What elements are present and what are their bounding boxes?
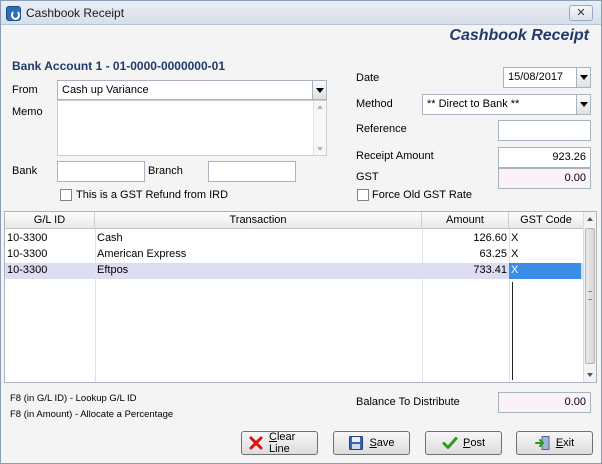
save-mnemonic: S [369,437,377,449]
reference-label: Reference [356,123,407,135]
grid-header: G/L ID Transaction Amount GST Code [5,212,584,229]
app-power-icon[interactable] [6,6,21,21]
scroll-down-icon[interactable] [587,373,593,377]
date-picker[interactable]: 15/08/2017 [503,67,591,88]
branch-input[interactable] [208,161,296,182]
bank-account-title: Bank Account 1 - 01-0000-0000000-01 [12,59,225,73]
gst-code-cell[interactable]: X [509,231,584,247]
grid-scrollbar[interactable] [583,212,596,382]
gl-id-cell[interactable]: 10-3300 [5,247,95,263]
memo-label: Memo [12,106,43,118]
chevron-down-icon[interactable] [312,81,326,99]
reference-input[interactable] [498,120,591,141]
gl-id-cell[interactable]: 10-3300 [5,231,95,247]
floppy-disk-icon [348,435,364,451]
chevron-down-icon[interactable] [576,95,590,114]
table-row[interactable]: 10-3300 Cash 126.60 X [5,231,584,247]
transaction-cell[interactable]: Cash [95,231,422,247]
gst-code-cell-selected[interactable]: X [509,263,581,279]
cashbook-receipt-window: Cashbook Receipt ✕ Cashbook Receipt Bank… [0,0,602,464]
gst-refund-checkbox[interactable] [60,189,72,201]
memo-scrollbar[interactable] [313,101,326,155]
column-header-transaction[interactable]: Transaction [95,212,422,229]
balance-label: Balance To Distribute [356,396,460,408]
exit-button[interactable]: Exit [516,431,593,455]
form-title: Cashbook Receipt [449,27,589,44]
column-header-amount[interactable]: Amount [422,212,509,229]
gst-label: GST [356,171,379,183]
gst-code-cell[interactable]: X [509,247,584,263]
amount-cell[interactable]: 63.25 [422,247,509,263]
force-old-gst-label: Force Old GST Rate [372,189,473,201]
scroll-up-icon[interactable] [587,217,593,221]
table-row-selected[interactable]: 10-3300 Eftpos 733.41 X [5,263,584,279]
transaction-cell[interactable]: Eftpos [95,263,422,279]
save-button[interactable]: Save [333,431,410,455]
from-value: Cash up Variance [62,84,149,96]
method-label: Method [356,98,393,110]
scroll-thumb[interactable] [585,228,595,364]
window-title: Cashbook Receipt [26,6,125,20]
post-label: Post [463,437,485,449]
text-cursor-line [512,282,513,380]
post-label-rest: ost [470,437,486,449]
gst-refund-label: This is a GST Refund from IRD [76,189,229,201]
gst-value-field: 0.00 [498,168,591,189]
exit-label-rest: xit [563,437,575,449]
balance-value-field: 0.00 [498,392,591,413]
hint-allocate: F8 (in Amount) - Allocate a Percentage [10,409,174,420]
clear-line-mnemonic: C [269,431,277,443]
red-x-icon [248,435,264,451]
title-bar: Cashbook Receipt ✕ [1,1,601,25]
transaction-cell[interactable]: American Express [95,247,422,263]
scroll-down-icon[interactable] [317,147,323,151]
method-dropdown[interactable]: ** Direct to Bank ** [422,94,591,115]
post-button[interactable]: Post [425,431,502,455]
date-value: 15/08/2017 [508,71,564,83]
green-check-icon [442,435,458,451]
bank-input[interactable] [57,161,145,182]
amount-cell[interactable]: 733.41 [422,263,509,279]
method-value: ** Direct to Bank ** [427,98,520,110]
close-button[interactable]: ✕ [569,5,593,21]
save-label-rest: ave [376,437,395,449]
from-label: From [12,84,38,96]
exit-label: Exit [556,437,574,449]
bank-label: Bank [12,165,38,177]
branch-label: Branch [148,165,183,177]
clear-line-label: Clear Line [269,431,311,455]
receipt-amount-label: Receipt Amount [356,150,434,162]
exit-door-icon [534,435,551,451]
force-old-gst-checkbox[interactable] [357,189,369,201]
table-row[interactable]: 10-3300 American Express 63.25 X [5,247,584,263]
receipt-amount-input[interactable]: 923.26 [498,147,591,168]
from-dropdown[interactable]: Cash up Variance [57,80,327,100]
memo-textarea[interactable] [57,100,327,156]
chevron-down-icon[interactable] [576,68,590,87]
save-label: Save [369,437,394,449]
gl-id-cell[interactable]: 10-3300 [5,263,95,279]
amount-cell[interactable]: 126.60 [422,231,509,247]
clear-line-button[interactable]: Clear Line [241,431,318,455]
column-header-gl-id[interactable]: G/L ID [5,212,95,229]
column-header-gst-code[interactable]: GST Code [509,212,584,229]
date-label: Date [356,72,380,84]
scroll-up-icon[interactable] [317,105,323,109]
allocation-grid[interactable]: G/L ID Transaction Amount GST Code 10-33… [4,211,597,383]
hint-lookup: F8 (in G/L ID) - Lookup G/L ID [10,393,137,404]
